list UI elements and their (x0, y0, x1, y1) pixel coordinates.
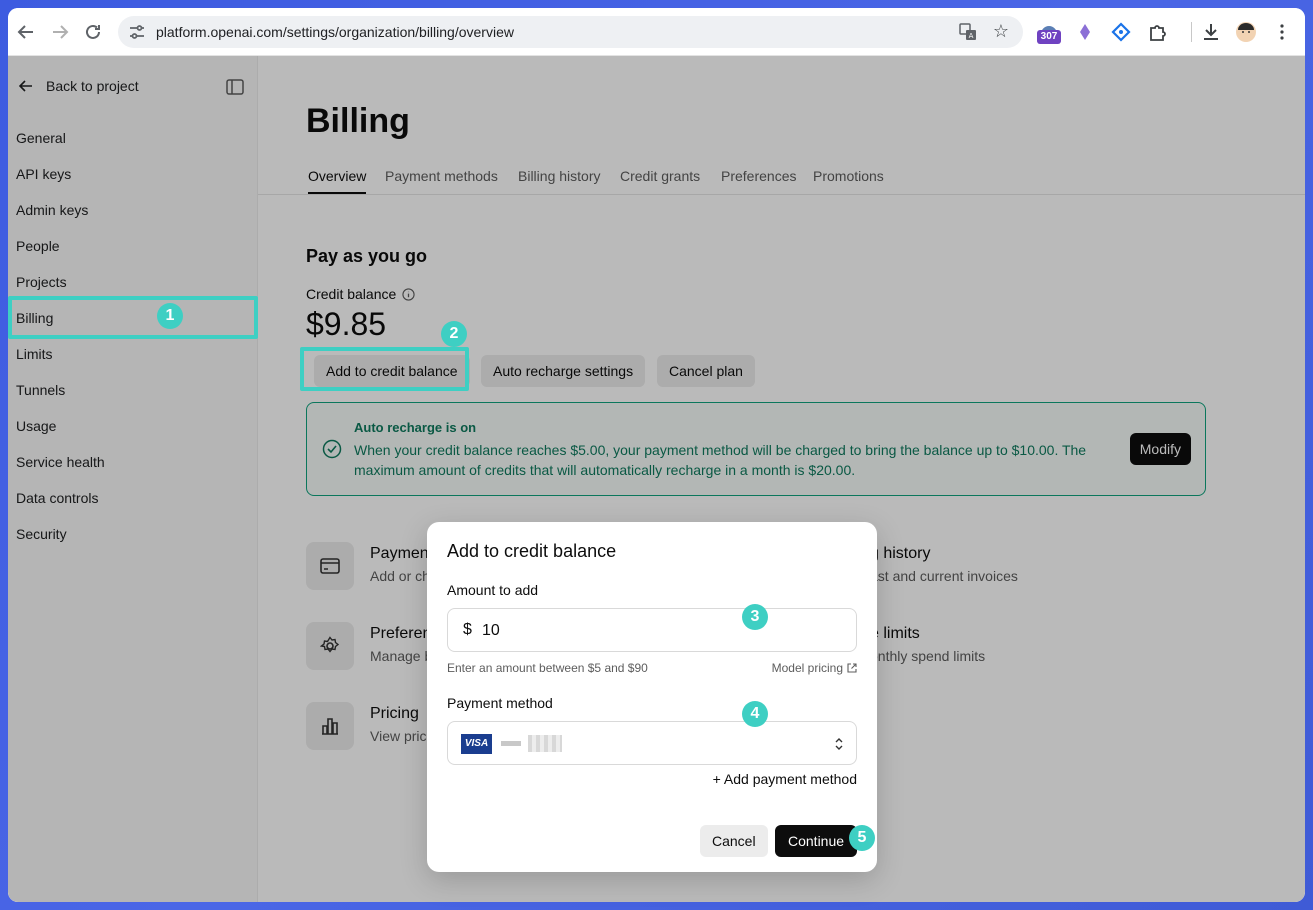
add-payment-method-link[interactable]: + Add payment method (713, 771, 857, 787)
toolbar-divider (1191, 22, 1192, 42)
highlight-billing (8, 296, 258, 339)
modal-title: Add to credit balance (447, 541, 617, 561)
address-bar[interactable]: platform.openai.com/settings/organizatio… (118, 16, 1023, 48)
back-arrow-icon[interactable] (14, 20, 38, 44)
step-number-5: 5 (849, 825, 875, 851)
crystal-extension-icon[interactable] (1073, 20, 1097, 44)
extension-badge: 307 (1037, 30, 1061, 44)
amount-input[interactable] (482, 619, 822, 643)
translate-icon[interactable]: A (959, 23, 977, 41)
bookmark-star-icon[interactable]: ☆ (993, 21, 1009, 41)
tag-extension-icon[interactable] (1109, 20, 1133, 44)
profile-avatar-icon[interactable] (1234, 20, 1258, 44)
url-text: platform.openai.com/settings/organizatio… (156, 24, 514, 40)
puzzle-extensions-icon[interactable] (1145, 20, 1169, 44)
forward-arrow-icon[interactable] (48, 20, 72, 44)
amount-label: Amount to add (447, 582, 539, 598)
model-pricing-label: Model pricing (771, 661, 843, 675)
browser-toolbar: platform.openai.com/settings/organizatio… (8, 8, 1305, 56)
svg-text:A: A (969, 32, 974, 40)
step-number-3: 3 (742, 604, 768, 630)
step-number-2: 2 (441, 321, 467, 347)
model-pricing-link[interactable]: Model pricing (772, 661, 857, 675)
masked-card-dots (501, 741, 521, 746)
payment-method-label: Payment method (447, 695, 553, 711)
step-number-4: 4 (742, 701, 768, 727)
highlight-add-credit (300, 347, 469, 391)
visa-card-icon: VISA (461, 734, 492, 754)
amount-field[interactable]: $ (447, 608, 857, 652)
payment-method-select[interactable]: VISA (447, 721, 857, 765)
continue-button[interactable]: Continue (775, 825, 858, 857)
reload-icon[interactable] (81, 20, 105, 44)
more-menu-icon[interactable] (1270, 20, 1294, 44)
site-settings-icon[interactable] (128, 23, 146, 41)
chevron-up-down-icon (835, 738, 843, 750)
masked-card-digits (528, 735, 562, 752)
download-icon[interactable] (1199, 20, 1223, 44)
currency-symbol: $ (463, 621, 472, 638)
step-number-1: 1 (157, 303, 183, 329)
add-credit-modal: Add to credit balance Amount to add $ En… (427, 522, 877, 872)
cancel-button[interactable]: Cancel (700, 825, 768, 857)
amount-hint: Enter an amount between $5 and $90 (447, 661, 648, 675)
external-link-icon (847, 663, 857, 673)
